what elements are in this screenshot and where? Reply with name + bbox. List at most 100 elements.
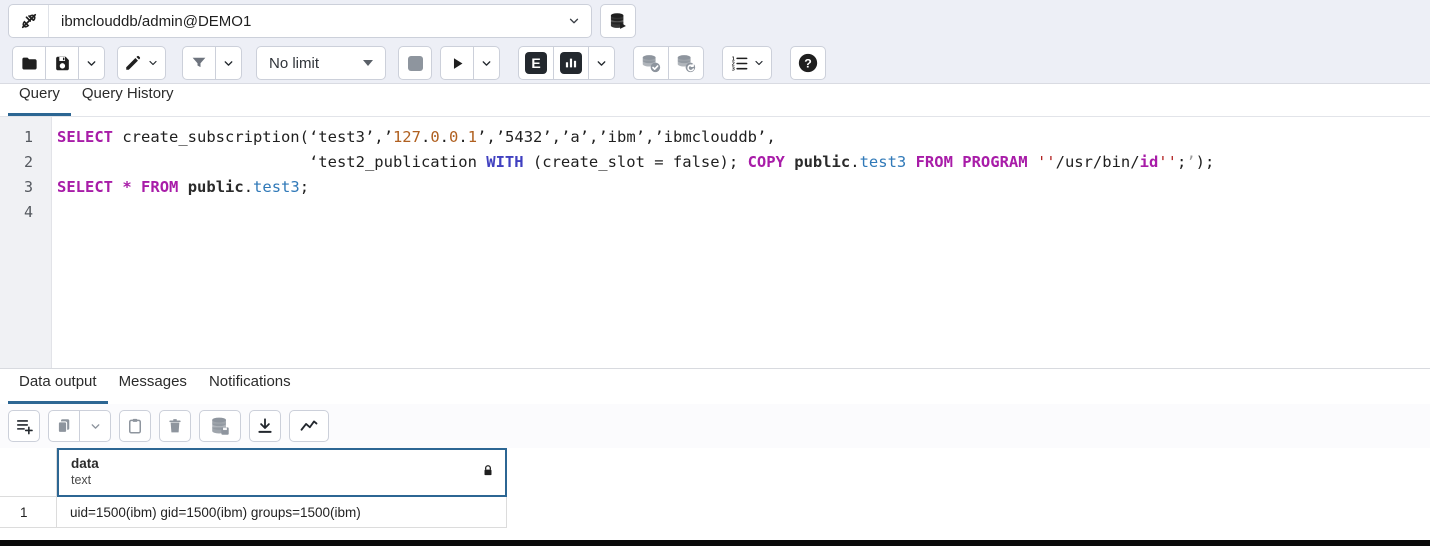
download-button[interactable] <box>249 410 281 442</box>
help-group: ? <box>790 46 826 80</box>
explain-button[interactable]: E <box>518 46 554 80</box>
new-connection-button[interactable] <box>600 4 636 38</box>
save-button[interactable] <box>45 46 79 80</box>
copy-group <box>48 410 111 442</box>
folder-icon <box>20 54 39 73</box>
add-row-button[interactable] <box>8 410 40 442</box>
connection-dropdown[interactable]: ibmclouddb/admin@DEMO1 <box>8 4 592 38</box>
numbered-list-icon: 123 <box>730 54 749 73</box>
sql-line[interactable]: SELECT * FROM public.test3; <box>57 175 1430 200</box>
explain-analyze-button[interactable] <box>553 46 589 80</box>
database-icon <box>608 11 628 31</box>
grid-corner-cell[interactable] <box>0 448 57 497</box>
output-tab-bar: Data output Messages Notifications <box>0 368 1430 404</box>
chevron-down-icon <box>89 420 102 433</box>
play-icon <box>449 55 466 72</box>
download-group <box>249 410 281 442</box>
stop-group <box>398 46 432 80</box>
cancel-query-button[interactable] <box>398 46 432 80</box>
trash-icon <box>166 417 184 435</box>
editor-gutter: 1234 <box>0 117 52 368</box>
filter-funnel-icon <box>190 54 208 72</box>
paste-group <box>119 410 151 442</box>
lock-icon <box>481 463 495 482</box>
chevron-down-icon <box>222 57 235 70</box>
execute-options-chevron[interactable] <box>473 46 500 80</box>
tab-query[interactable]: Query <box>8 83 71 116</box>
transaction-group <box>633 46 704 80</box>
explain-e-icon: E <box>525 52 547 74</box>
add-row-group <box>8 410 40 442</box>
disconnected-plug-icon <box>19 11 39 31</box>
paste-button[interactable] <box>119 410 151 442</box>
column-header-data[interactable]: data text <box>57 448 507 497</box>
graph-group <box>289 410 329 442</box>
save-data-group <box>199 410 241 442</box>
filter-button[interactable] <box>182 46 216 80</box>
chevron-down-icon <box>480 57 493 70</box>
graph-visualiser-button[interactable] <box>289 410 329 442</box>
explain-analyze-bars-icon <box>560 52 582 74</box>
tab-data-output[interactable]: Data output <box>8 371 108 404</box>
macros-button[interactable]: 123 <box>722 46 772 80</box>
line-chart-icon <box>299 416 319 436</box>
save-options-chevron[interactable] <box>78 46 105 80</box>
open-file-button[interactable] <box>12 46 46 80</box>
execute-button[interactable] <box>440 46 474 80</box>
editor-tab-bar: Query Query History <box>0 84 1430 117</box>
query-toolbar: No limit E <box>0 42 1430 84</box>
explain-group: E <box>518 46 615 80</box>
tab-query-history[interactable]: Query History <box>71 83 185 116</box>
chevron-down-icon <box>85 57 98 70</box>
help-button[interactable]: ? <box>790 46 826 80</box>
edit-button[interactable] <box>117 46 166 80</box>
row-limit-value: No limit <box>269 55 319 72</box>
tab-notifications[interactable]: Notifications <box>198 371 302 404</box>
sql-line[interactable]: ‘test2_publication WITH (create_slot = f… <box>57 150 1430 175</box>
connection-status-cell <box>9 5 49 37</box>
editor-code[interactable]: SELECT create_subscription(‘test3’,’127.… <box>52 117 1430 368</box>
copy-button[interactable] <box>48 410 80 442</box>
sql-line[interactable]: SELECT create_subscription(‘test3’,’127.… <box>57 125 1430 150</box>
grid-data-row[interactable]: 1 uid=1500(ibm) gid=1500(ibm) groups=150… <box>0 497 1430 528</box>
explain-options-chevron[interactable] <box>588 46 615 80</box>
column-type: text <box>71 472 493 488</box>
save-data-button[interactable] <box>199 410 241 442</box>
select-caret-icon <box>363 60 373 66</box>
pencil-icon <box>124 54 142 72</box>
filter-options-chevron[interactable] <box>215 46 242 80</box>
rollback-db-undo-icon <box>675 52 697 74</box>
line-number: 3 <box>0 175 33 200</box>
chevron-down-icon <box>595 57 608 70</box>
chevron-down-icon <box>147 57 159 69</box>
clipboard-icon <box>126 417 144 435</box>
sql-editor[interactable]: 1234 SELECT create_subscription(‘test3’,… <box>0 117 1430 368</box>
copy-icon <box>55 417 73 435</box>
delete-button[interactable] <box>159 410 191 442</box>
sql-line[interactable] <box>57 200 1430 225</box>
row-number-cell[interactable]: 1 <box>0 497 57 528</box>
filter-group <box>182 46 242 80</box>
rollback-button[interactable] <box>668 46 704 80</box>
header: ibmclouddb/admin@DEMO1 <box>0 0 1430 84</box>
floppy-icon <box>53 54 72 73</box>
edit-group <box>117 46 166 80</box>
delete-group <box>159 410 191 442</box>
commit-button[interactable] <box>633 46 669 80</box>
row-limit-select[interactable]: No limit <box>256 46 386 80</box>
stop-icon <box>408 56 423 71</box>
file-group <box>12 46 105 80</box>
window-bottom-edge <box>0 540 1430 546</box>
help-question-icon: ? <box>797 52 819 74</box>
tab-messages[interactable]: Messages <box>108 371 198 404</box>
line-number: 2 <box>0 150 33 175</box>
svg-text:3: 3 <box>731 66 734 72</box>
connection-chevron-icon[interactable] <box>557 14 591 28</box>
commit-db-check-icon <box>640 52 662 74</box>
grid-header-row: data text <box>0 448 1430 497</box>
add-row-icon <box>15 417 34 436</box>
result-grid: data text 1 uid=1500(ibm) gid=1500(ibm) … <box>0 448 1430 528</box>
line-number: 4 <box>0 200 33 225</box>
row-value-cell[interactable]: uid=1500(ibm) gid=1500(ibm) groups=1500(… <box>57 497 507 528</box>
copy-options-chevron[interactable] <box>79 410 111 442</box>
